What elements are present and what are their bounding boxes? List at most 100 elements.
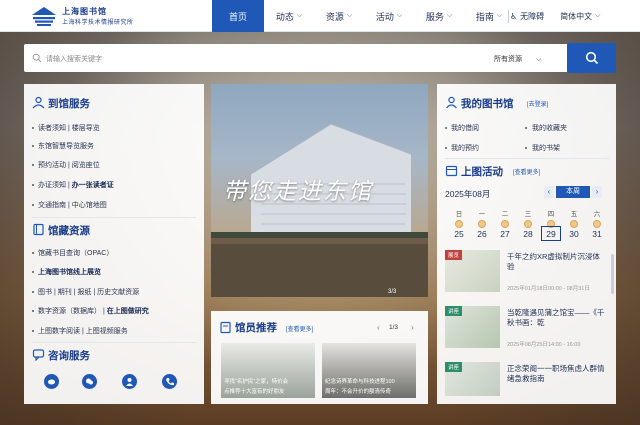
login-link[interactable]: [去登录] bbox=[527, 99, 548, 108]
bullet bbox=[32, 271, 34, 273]
link-transport[interactable]: 交通指南 bbox=[38, 202, 66, 209]
nav-services[interactable]: 服务 ⌵ bbox=[414, 0, 464, 32]
event-item[interactable]: 展览 千年之约XR虚拟制片沉浸体验 2025年01月18日00:00 - 08月… bbox=[445, 250, 609, 298]
weekday-tue: 二 bbox=[501, 211, 509, 218]
list-item: 预约活动 | 阅览座位 bbox=[38, 162, 100, 169]
calendar-day[interactable]: 31 bbox=[587, 229, 607, 239]
link-reading-seat[interactable]: 阅览座位 bbox=[72, 162, 100, 169]
hero-pager: 3/3 bbox=[388, 289, 397, 295]
nav-home[interactable]: 首页 bbox=[212, 0, 264, 32]
consult-title: 咨询服务 bbox=[48, 350, 90, 362]
search-scope-label: 所有资源 bbox=[494, 56, 522, 63]
recommend-card[interactable]: 寻找“名护民”之家，特价会 点推荐十大富有的好朋友 bbox=[221, 343, 315, 398]
prev-week-button[interactable]: ‹ bbox=[544, 186, 554, 198]
search-button[interactable] bbox=[567, 43, 616, 73]
my-favorites-link[interactable]: 我的收藏夹 bbox=[532, 123, 567, 133]
link-reader-notice[interactable]: 读者须知 bbox=[38, 125, 66, 132]
nav-news[interactable]: 动态 ⌵ bbox=[264, 0, 314, 32]
chevron-down-icon: ⌵ bbox=[346, 12, 353, 19]
link-newspapers[interactable]: 报纸 bbox=[77, 289, 91, 296]
weekday-sun: 日 bbox=[455, 211, 463, 218]
link-opac[interactable]: 馆藏书目查询（OPAC） bbox=[38, 250, 113, 257]
link-journals[interactable]: 期刊 bbox=[58, 289, 72, 296]
bullet bbox=[32, 204, 34, 206]
nav-guide[interactable]: 指南 ⌵ bbox=[464, 0, 514, 32]
my-reservation-link[interactable]: 我的预约 bbox=[451, 143, 479, 153]
search-bar: 请输入搜索关键字 所有资源 ⌵ bbox=[24, 43, 616, 73]
search-scope-select[interactable]: 所有资源 ⌵ bbox=[494, 54, 541, 64]
weibo-icon[interactable] bbox=[44, 374, 59, 389]
nav-resources[interactable]: 资源 ⌵ bbox=[314, 0, 364, 32]
calendar-day[interactable]: 30 bbox=[564, 229, 584, 239]
link-center-map[interactable]: 中心馆地图 bbox=[72, 202, 107, 209]
nav-label: 动态 bbox=[275, 11, 294, 22]
chevron-right-icon[interactable]: › bbox=[411, 323, 414, 332]
calendar-day[interactable]: 27 bbox=[495, 229, 515, 239]
next-week-button[interactable]: › bbox=[592, 186, 602, 198]
list-item: 上海图书馆线上展览 bbox=[38, 267, 101, 277]
divider bbox=[32, 342, 196, 343]
list-item: 上图数字阅读 | 上图视频服务 bbox=[38, 328, 128, 335]
chat-icon bbox=[32, 349, 45, 361]
link-floor-guide[interactable]: 楼层导览 bbox=[72, 125, 100, 132]
recommend-more-link[interactable]: [查看更多] bbox=[286, 324, 313, 333]
utility-nav: ♿ 无障碍 简体中文 ⌵ bbox=[510, 0, 600, 32]
link-apply-card[interactable]: 办一张读者证 bbox=[72, 182, 114, 189]
calendar-day[interactable]: 25 bbox=[449, 229, 469, 239]
library-logo-icon[interactable] bbox=[30, 5, 58, 27]
language-select[interactable]: 简体中文 bbox=[560, 11, 592, 22]
list-item: 办证须知 | 办一张读者证 bbox=[38, 182, 114, 189]
user-service-icon[interactable] bbox=[122, 374, 137, 389]
activities-more-link[interactable]: [查看更多] bbox=[513, 167, 540, 176]
scrollbar[interactable] bbox=[611, 254, 614, 294]
wechat-icon[interactable] bbox=[82, 374, 97, 389]
link-east-smart-guide[interactable]: 东馆智慧导览服务 bbox=[38, 143, 94, 150]
bullet bbox=[32, 310, 34, 312]
link-digital-reading[interactable]: 上图数字阅读 bbox=[38, 328, 80, 335]
my-borrow-link[interactable]: 我的借阅 bbox=[451, 123, 479, 133]
link-historical[interactable]: 历史文献资源 bbox=[97, 289, 139, 296]
collection-title: 馆藏资源 bbox=[48, 225, 90, 237]
calendar-day[interactable]: 28 bbox=[518, 229, 538, 239]
link-card-notice[interactable]: 办证须知 bbox=[38, 182, 66, 189]
link-books[interactable]: 图书 bbox=[38, 289, 52, 296]
link-book-activity[interactable]: 预约活动 bbox=[38, 162, 66, 169]
phone-icon[interactable] bbox=[162, 374, 177, 389]
bullet bbox=[32, 184, 34, 186]
hero-caption: 带您走进东馆 bbox=[223, 179, 373, 205]
nav-activities[interactable]: 活动 ⌵ bbox=[364, 0, 414, 32]
calendar-day[interactable]: 26 bbox=[472, 229, 492, 239]
link-databases[interactable]: 数字资源（数据库） bbox=[38, 308, 101, 315]
chevron-down-icon[interactable]: ⌵ bbox=[595, 12, 600, 20]
logo-title: 上海图书馆 bbox=[62, 7, 107, 16]
link-video-service[interactable]: 上图视频服务 bbox=[86, 328, 128, 335]
event-badge bbox=[593, 220, 601, 228]
logo-subtitle: 上海科学技术情报研究所 bbox=[62, 20, 134, 26]
hero-banner[interactable]: 带您走进东馆 bbox=[211, 84, 428, 297]
link-online-exhibition[interactable]: 上海图书馆线上展览 bbox=[38, 269, 101, 276]
search-icon bbox=[32, 53, 42, 63]
recommend-pager: 1/3 bbox=[389, 324, 399, 331]
event-tag: 讲座 bbox=[445, 306, 463, 316]
my-bookshelf-link[interactable]: 我的书架 bbox=[532, 143, 560, 153]
link-research[interactable]: 在上图做研究 bbox=[107, 308, 149, 315]
accessibility-icon[interactable]: ♿ bbox=[510, 12, 517, 21]
recommend-card[interactable]: 纪念诗界革命与科技进程100 周年：不会升价的额清传奇 bbox=[322, 343, 416, 398]
nav-label: 活动 bbox=[375, 11, 394, 22]
this-week-button[interactable]: 本周 bbox=[556, 186, 590, 198]
chevron-down-icon: ⌵ bbox=[296, 12, 303, 19]
chevron-left-icon[interactable]: ‹ bbox=[377, 323, 380, 332]
calendar-day-selected[interactable]: 29 bbox=[541, 226, 561, 241]
book-icon bbox=[33, 223, 44, 236]
search-icon bbox=[585, 51, 598, 65]
right-panel: 我的图书馆 [去登录] 我的借阅 我的收藏夹 我的预约 我的书架 上图活动 [查… bbox=[437, 84, 616, 404]
card-text-2: 周年：不会升价的额清传奇 bbox=[325, 389, 392, 395]
event-item[interactable]: 讲座 正念荣阁一一职场焦虑人群情绪急救指南 bbox=[445, 362, 609, 398]
event-item[interactable]: 讲座 当乾隆遇见蒲之馆宝——《千秋书画：乾 2025年08月25日14:00 -… bbox=[445, 306, 609, 354]
search-input[interactable]: 请输入搜索关键字 bbox=[46, 54, 102, 64]
chevron-down-icon: ⌵ bbox=[396, 12, 403, 19]
event-title: 当乾隆遇见蒲之馆宝——《千秋书画：乾 bbox=[507, 308, 605, 327]
accessibility-link[interactable]: 无障碍 bbox=[520, 11, 544, 22]
event-date: 2025年08月25日14:00 - 16:00 bbox=[507, 342, 581, 348]
chevron-down-icon: ⌵ bbox=[446, 12, 453, 19]
